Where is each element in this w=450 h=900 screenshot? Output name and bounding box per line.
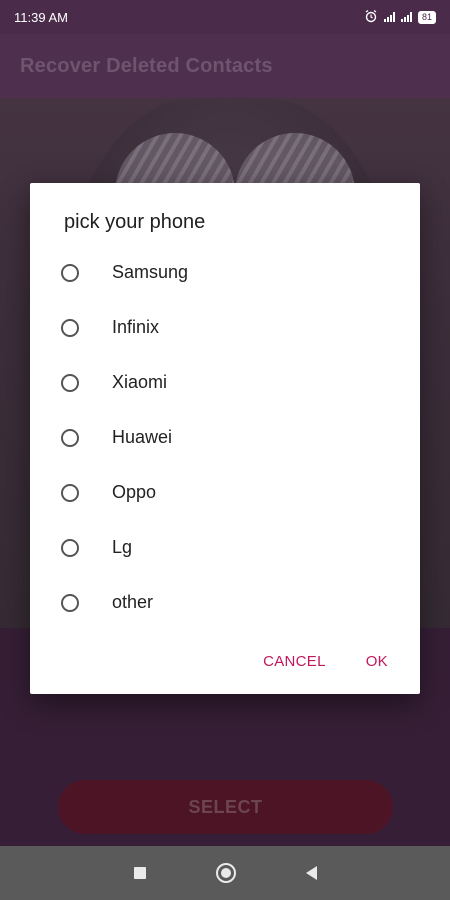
option-label: Samsung	[112, 262, 189, 282]
radio-button[interactable]	[61, 373, 79, 392]
radio-button[interactable]	[61, 318, 79, 337]
nav-bar	[0, 846, 450, 900]
option-label: other	[112, 592, 154, 612]
radio-button[interactable]	[61, 263, 79, 282]
option-label: Oppo	[112, 482, 157, 502]
radio-button[interactable]	[61, 593, 79, 612]
pick-phone-dialog: pick your phone Samsung Infinix Xiaomi H…	[30, 183, 420, 694]
option-xiaomi[interactable]: Xiaomi	[30, 355, 420, 410]
dialog-title: pick your phone	[64, 211, 206, 233]
back-icon[interactable]	[305, 866, 317, 880]
status-icons: 81	[364, 9, 436, 26]
signal-icon	[400, 12, 412, 22]
status-time: 11:39 AM	[14, 9, 68, 25]
ok-button[interactable]: OK	[366, 653, 388, 670]
battery-icon: 81	[417, 10, 436, 24]
select-button[interactable]: SELECT	[58, 780, 393, 834]
alarm-icon	[364, 9, 378, 26]
radio-button[interactable]	[61, 538, 79, 557]
cancel-button[interactable]: CANCEL	[263, 653, 326, 670]
option-label: Lg	[112, 537, 133, 557]
option-oppo[interactable]: Oppo	[30, 465, 420, 520]
option-lg[interactable]: Lg	[30, 520, 420, 575]
radio-button[interactable]	[61, 483, 79, 502]
home-icon[interactable]	[215, 863, 236, 883]
status-bar: 11:39 AM 81	[0, 0, 450, 34]
signal-icon	[383, 12, 395, 22]
option-label: Huawei	[112, 427, 173, 447]
recents-icon[interactable]	[133, 867, 146, 879]
option-label: Infinix	[112, 317, 160, 337]
option-other[interactable]: other	[30, 575, 420, 630]
dialog-actions: CANCEL OK	[263, 653, 388, 670]
option-label: Xiaomi	[112, 372, 168, 392]
radio-button[interactable]	[61, 428, 79, 447]
option-huawei[interactable]: Huawei	[30, 410, 420, 465]
option-samsung[interactable]: Samsung	[30, 245, 420, 300]
app-title: Recover Deleted Contacts	[20, 54, 273, 77]
phone-options-list: Samsung Infinix Xiaomi Huawei Oppo Lg ot…	[30, 245, 420, 630]
option-infinix[interactable]: Infinix	[30, 300, 420, 355]
app-bar: Recover Deleted Contacts	[0, 34, 450, 98]
